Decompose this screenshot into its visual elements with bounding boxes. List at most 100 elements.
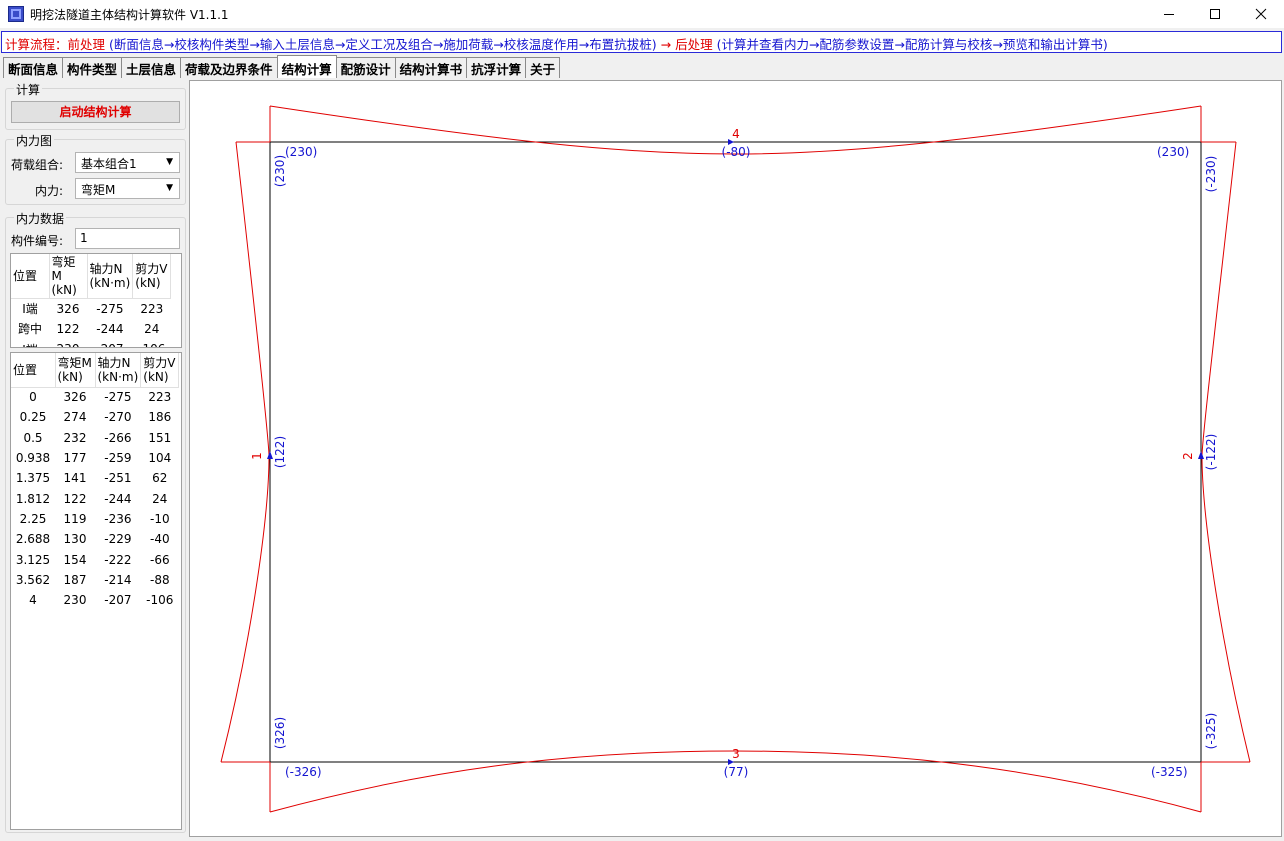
close-icon [1255,8,1267,20]
table-cell: 2.25 [19,511,47,526]
table-cell: 4 [29,593,37,608]
force-diagram-canvas[interactable]: 1 2 3 4 (230) (230) (-80) (-326) (77) (-… [189,80,1282,837]
table-row[interactable]: J端230-207-106 [11,339,171,347]
column-header[interactable]: 剪力V (kN) [140,353,180,388]
column-header[interactable]: 位置 [11,353,56,388]
table-cell: 0.5 [23,430,43,445]
column-header[interactable]: 位置 [11,254,50,299]
load-combo-value: 基本组合1 [81,157,137,171]
table-cell: -88 [149,572,170,587]
value-label-left-mid: (122) [273,436,287,468]
moment-closures [221,106,1250,812]
table-cell: 223 [140,301,164,316]
tab-structural-calc[interactable]: 结构计算 [276,55,337,78]
member-id-1: 1 [250,452,264,460]
summary-force-table[interactable]: 位置 弯矩M (kN) 轴力N (kN·m) 剪力V (kN) I端 326 -275 223 跨中… [10,253,182,348]
table-row[interactable]: 4 230 -207 -106 [11,590,179,610]
tab-calc-report[interactable]: 结构计算书 [394,57,468,78]
tab-about[interactable]: 关于 [525,57,561,78]
tab-soil-info[interactable]: 土层信息 [121,57,182,78]
diagram-group-title: 内力图 [14,132,55,149]
table-row[interactable]: 1.375 141 -251 62 [11,468,179,488]
force-data-group-title: 内力数据 [14,210,67,227]
left-panel: 计算 启动结构计算 内力图 荷载组合: 基本组合1 ▼ 内力: 弯矩M ▼ 内力… [3,78,186,835]
table-row[interactable]: I端 326 -275 223 [11,299,171,319]
table-cell: 3.125 [15,552,51,567]
table-cell: 跨中 [17,322,42,337]
table-row[interactable]: 1.812 122 -244 24 [11,488,179,508]
table-cell: -244 [104,491,132,506]
table-row[interactable]: 0.938 177 -259 104 [11,448,179,468]
table-cell: 122 [63,491,87,506]
table-cell: -266 [104,430,132,445]
column-header[interactable]: 剪力V (kN) [132,254,172,299]
member-id-3: 3 [732,747,740,761]
moment-diagram: 1 2 3 4 (230) (230) (-80) (-326) (77) (-… [220,105,1251,813]
value-label-right-bottom: (-325) [1204,713,1218,750]
value-label-right-mid: (-122) [1204,434,1218,471]
table-cell: 326 [56,301,80,316]
close-button[interactable] [1238,0,1284,28]
preprocess-label: 前处理 [67,37,106,52]
value-label-top-mid: (-80) [722,145,751,159]
moment-curve-left [220,141,270,763]
table-cell: 122 [56,321,80,336]
table-cell: -66 [149,552,170,567]
table-cell: -270 [104,410,132,425]
table-cell: 187 [63,572,87,587]
table-cell: 1.375 [15,471,51,486]
member-direction-arrows [267,139,1204,765]
detail-force-table[interactable]: 位置 弯矩M (kN) 轴力N (kN·m) 剪力V (kN) 0 326 -275 223 0.2… [10,352,182,830]
minimize-icon [1164,14,1174,15]
maximize-button[interactable] [1192,0,1238,28]
table-cell: 24 [144,321,160,336]
table-row[interactable]: 3.562 187 -214 -88 [11,570,179,590]
force-type-select[interactable]: 弯矩M ▼ [75,178,180,199]
maximize-icon [1210,9,1220,19]
table-row[interactable]: 3.125 154 -222 -66 [11,549,179,569]
run-calc-button[interactable]: 启动结构计算 [11,101,180,123]
table-row[interactable]: 0 326 -275 223 [11,387,179,407]
load-combo-select[interactable]: 基本组合1 ▼ [75,152,180,173]
table-cell: I端 [22,302,38,317]
value-label-bottom-right: (-325) [1151,765,1188,779]
table-cell: 154 [63,552,87,567]
table-cell: -106 [133,339,171,347]
table-cell: 230 [49,339,87,347]
table-cell: -207 [104,593,132,608]
tab-member-type[interactable]: 构件类型 [62,57,123,78]
tab-section-info[interactable]: 断面信息 [3,57,64,78]
member-id-label: 构件编号: [11,234,64,248]
minimize-button[interactable] [1146,0,1192,28]
member-id-2: 2 [1181,452,1195,460]
table-cell: 104 [148,451,172,466]
column-header[interactable]: 弯矩M (kN) [55,353,96,388]
column-header[interactable]: 弯矩M (kN) [49,254,88,299]
table-row[interactable]: 0.25 274 -270 186 [11,407,179,427]
member-id-input[interactable]: 1 [75,228,180,249]
value-label-bottom-mid: (77) [724,765,749,779]
load-combo-label: 荷载组合: [11,158,64,172]
table-cell: 0 [29,390,37,405]
force-type-label: 内力: [35,184,64,198]
tab-anti-float[interactable]: 抗浮计算 [466,57,527,78]
postprocess-label: 后处理 [675,37,713,52]
table-cell: 2.688 [15,532,51,547]
table-cell: -244 [96,321,124,336]
table-cell: 130 [63,532,87,547]
column-header[interactable]: 轴力N (kN·m) [87,254,134,299]
table-row[interactable]: 跨中 122 -244 24 [11,319,171,339]
column-header[interactable]: 轴力N (kN·m) [95,353,142,388]
table-row[interactable]: 2.25 119 -236 -10 [11,509,179,529]
member-id-4: 4 [732,127,740,141]
tab-loads-boundary[interactable]: 荷载及边界条件 [180,57,278,78]
table-cell: -259 [104,451,132,466]
tab-reinforcement[interactable]: 配筋设计 [335,57,396,78]
table-cell: -214 [104,572,132,587]
table-cell: -40 [149,532,170,547]
table-cell: -222 [104,552,132,567]
table-row[interactable]: 2.688 130 -229 -40 [11,529,179,549]
table-row[interactable]: 0.5 232 -266 151 [11,428,179,448]
table-cell: 232 [63,430,87,445]
table-cell: -106 [146,593,174,608]
